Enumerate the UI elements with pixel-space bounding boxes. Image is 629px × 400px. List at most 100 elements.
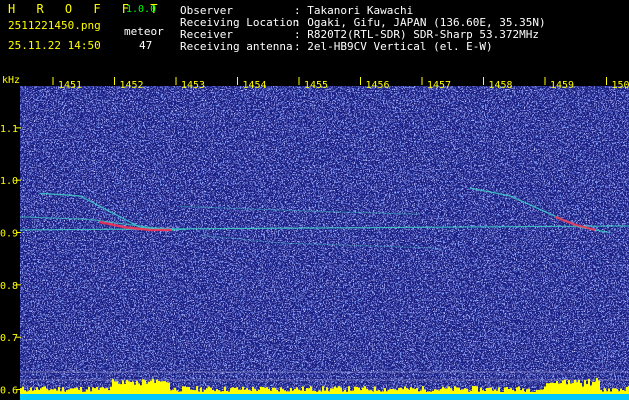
noise-bar-segment [512,389,514,394]
noise-bar-segment [70,388,72,394]
header-panel: H R O F F T 1.0.0 2511221450.png 25.11.2… [0,0,629,76]
noise-bar-segment [56,390,58,394]
noise-bar-segment [118,383,120,394]
noise-bar-segment [566,384,568,394]
noise-bar-segment [298,389,300,394]
noise-bar-segment [532,391,534,394]
noise-bar-segment [234,387,236,394]
noise-bar-segment [192,389,194,394]
noise-bar-segment [524,391,526,394]
noise-bar-segment [274,387,276,394]
noise-bar-segment [352,390,354,394]
x-tick-label: 1455 [304,80,328,91]
noise-bar-segment [330,388,332,394]
noise-bar-segment [348,386,350,394]
file-name: 2511221450.png [8,19,101,32]
noise-bar-segment [220,391,222,394]
noise-bar-segment [310,386,312,394]
noise-bar-segment [124,383,126,394]
noise-bar-segment [110,386,112,394]
noise-bar-segment [384,388,386,394]
noise-bar-segment [236,387,238,394]
noise-bar-segment [172,389,174,394]
noise-bar-segment [142,379,144,394]
noise-bar-segment [186,386,188,394]
noise-bar-segment [268,388,270,394]
y-axis-ticks: 1.1 1.0 0.9 0.8 0.7 0.6 [0,124,21,397]
noise-bar-segment [60,391,62,394]
noise-bar-segment [156,379,158,394]
noise-bar-segment [448,386,450,394]
noise-bar-segment [216,388,218,394]
noise-bar-segment [476,386,478,394]
noise-bar-segment [504,387,506,394]
noise-bar-segment [316,391,318,394]
noise-bar-segment [356,386,358,394]
noise-bar-segment [294,388,296,394]
noise-bar-segment [66,390,68,394]
noise-bar-segment [68,389,70,394]
noise-bar-segment [20,388,22,394]
noise-bar-segment [248,389,250,394]
noise-bar-segment [82,391,84,394]
noise-bar-segment [336,387,338,394]
noise-bar-segment [188,386,190,394]
noise-bar-segment [364,386,366,394]
noise-bar-segment [96,386,98,394]
noise-bar-segment [386,391,388,394]
noise-bar-segment [418,391,420,394]
noise-bar-segment [308,388,310,394]
noise-bar-segment [240,389,242,394]
noise-bar-segment [572,382,574,394]
noise-bar-segment [48,390,50,394]
noise-bar-segment [360,390,362,394]
noise-bar-segment [412,388,414,394]
noise-bar-segment [126,380,128,394]
noise-bar-segment [306,388,308,394]
noise-bar-segment [160,381,162,394]
x-tick-label: 1453 [181,80,205,91]
noise-bar-segment [468,391,470,394]
y-axis-unit: kHz [2,76,20,86]
noise-bar-segment [26,391,28,394]
noise-bar-segment [554,383,556,394]
noise-bar-segment [208,386,210,394]
noise-bar-segment [472,386,474,394]
noise-bar-segment [548,383,550,394]
noise-bar-segment [596,377,598,394]
noise-bar-segment [90,391,92,394]
noise-bar-segment [154,382,156,394]
noise-bar-segment [286,391,288,394]
noise-bar-segment [206,388,208,394]
noise-bar-segment [398,388,400,394]
noise-bar-segment [484,390,486,394]
noise-bar-segment [622,389,624,394]
x-tick-label: 1500 [612,80,629,91]
noise-bar-segment [358,387,360,394]
noise-bar-segment [214,391,216,394]
noise-bar-segment [30,387,32,394]
noise-bar-segment [322,386,324,394]
noise-bar-segment [616,388,618,394]
noise-bar-segment [174,387,176,394]
noise-bar-segment [130,381,132,394]
noise-bar-segment [164,381,166,394]
noise-bar-segment [492,390,494,394]
noise-bar-segment [24,390,26,394]
noise-bar-segment [44,386,46,394]
noise-bar-segment [170,390,172,394]
y-tick-label: 0.6 [0,386,18,397]
noise-bar-segment [426,391,428,394]
y-tick-label: 1.1 [0,124,18,135]
noise-bar-segment [392,388,394,394]
noise-bar-segment [408,389,410,394]
noise-bar-segment [120,384,122,394]
noise-bar-segment [166,382,168,394]
noise-bar-segment [128,381,130,394]
noise-bar-segment [224,386,226,394]
noise-bar-segment [446,388,448,394]
noise-bar-segment [88,386,90,394]
noise-bar-segment [264,387,266,394]
noise-bar-segment [332,388,334,394]
noise-bar-segment [168,382,170,394]
